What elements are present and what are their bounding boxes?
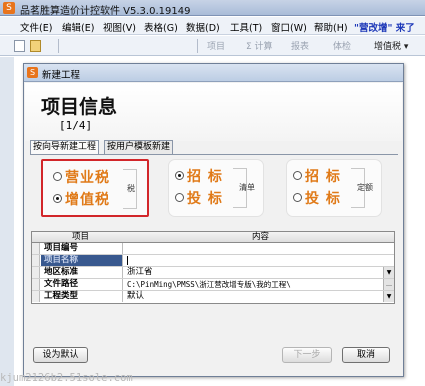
project-info-grid: 项目 内容 项目编号 项目名称 地区标准 浙江省 ▼ 文件路径 C:\PinMi… — [31, 231, 395, 304]
grid-row-region-standard[interactable]: 地区标准 浙江省 ▼ — [32, 267, 394, 279]
radio-circle — [293, 171, 302, 180]
radio-circle — [293, 193, 302, 202]
row-marker — [32, 255, 40, 266]
open-folder-icon[interactable] — [30, 40, 41, 52]
vat-dropdown[interactable]: 增值税 ▾ — [374, 39, 408, 53]
watermark-text: kjum2126b2.51sole.com — [0, 372, 133, 384]
cancel-button[interactable]: 取消 — [342, 347, 390, 363]
menu-view[interactable]: 视图(V) — [103, 20, 136, 34]
row-label: 项目编号 — [41, 243, 123, 254]
set-default-button[interactable]: 设为默认 — [33, 347, 88, 363]
radio-business-tax[interactable]: 营业税 — [53, 167, 110, 187]
menu-data[interactable]: 数据(D) — [186, 20, 220, 34]
project-type-select[interactable]: 默认 — [127, 291, 144, 302]
region-standard-select[interactable]: 浙江省 — [127, 267, 153, 278]
app-titlebar: S 品茗胜算造价计控软件 V5.3.0.19149 — [0, 0, 425, 17]
row-label: 工程类型 — [41, 291, 123, 302]
menu-window[interactable]: 窗口(W) — [271, 20, 307, 34]
tax-tag: 税 — [127, 184, 135, 193]
row-label: 地区标准 — [41, 267, 123, 278]
text-caret — [127, 256, 128, 265]
radio-circle — [53, 172, 62, 181]
tax-type-panel: 营业税 增值税 税 — [41, 159, 149, 217]
radio-circle — [175, 193, 184, 202]
radio-vat[interactable]: 增值税 — [53, 189, 110, 209]
header-title: 项目信息 — [41, 96, 118, 118]
row-label: 项目名称 — [41, 255, 123, 266]
grid-header: 项目 内容 — [32, 232, 394, 243]
menu-table[interactable]: 表格(G) — [144, 20, 178, 34]
grid-row-project-number[interactable]: 项目编号 — [32, 243, 394, 255]
grid-header-item: 项目 — [72, 232, 90, 242]
next-button[interactable]: 下一步 — [282, 347, 332, 363]
report-button[interactable]: 报表 — [291, 39, 309, 53]
grid-row-project-type[interactable]: 工程类型 默认 ▼ — [32, 291, 394, 303]
chevron-down-icon[interactable]: ▼ — [383, 291, 394, 302]
row-label: 文件路径 — [41, 279, 123, 290]
tab-wizard[interactable]: 按向导新建工程 — [30, 140, 100, 154]
menu-bar: 文件(E) 编辑(E) 视图(V) 表格(G) 数据(D) 工具(T) 窗口(W… — [0, 17, 425, 35]
quota-tag: 定额 — [357, 183, 373, 192]
row-marker — [32, 279, 40, 290]
row-marker — [32, 267, 40, 278]
menu-file[interactable]: 文件(E) — [20, 20, 52, 34]
bill-tag: 清单 — [239, 183, 255, 192]
dialog-logo-icon: S — [27, 67, 38, 78]
file-path-field[interactable]: C:\PinMing\PMSS\浙江营改增专版\我的工程\ — [127, 279, 291, 290]
menu-help[interactable]: 帮助(H) — [314, 20, 348, 34]
tab-divider — [30, 154, 398, 155]
radio-circle-selected — [175, 171, 184, 180]
radio-bill-tender[interactable]: 招 标 — [175, 166, 223, 186]
row-marker — [32, 243, 40, 254]
menu-promo-link[interactable]: "营改增" 来了 — [354, 20, 415, 34]
calculate-button[interactable]: Σ 计算 — [246, 39, 273, 53]
toolbar-separator — [58, 39, 59, 53]
toolbar: 项目 Σ 计算 报表 体检 增值税 ▾ — [0, 36, 425, 56]
grid-row-project-name[interactable]: 项目名称 — [32, 255, 394, 267]
checkup-button[interactable]: 体检 — [333, 39, 351, 53]
radio-quota-bid[interactable]: 投 标 — [293, 188, 341, 208]
wizard-step: [1/4] — [59, 119, 93, 132]
new-file-icon[interactable] — [14, 40, 25, 52]
radio-circle-selected — [53, 194, 62, 203]
browse-ellipsis-icon[interactable]: … — [383, 279, 394, 290]
tab-user-template[interactable]: 按用户模板新建 — [104, 140, 174, 154]
quota-panel: 招 标 投 标 定额 — [286, 159, 382, 217]
left-panel-strip — [0, 57, 14, 386]
dialog-header: 项目信息 [1/4] — [25, 83, 402, 141]
app-logo-icon: S — [3, 2, 15, 14]
dialog-title: 新建工程 — [42, 70, 81, 81]
app-title: 品茗胜算造价计控软件 V5.3.0.19149 — [20, 6, 191, 17]
toolbar-separator — [197, 39, 198, 53]
dialog-titlebar: S 新建工程 — [24, 64, 403, 82]
new-project-dialog: S 新建工程 项目信息 [1/4] 按向导新建工程 按用户模板新建 营业税 增值… — [23, 63, 404, 377]
grid-row-file-path[interactable]: 文件路径 C:\PinMing\PMSS\浙江营改增专版\我的工程\ … — [32, 279, 394, 291]
grid-header-content: 内容 — [252, 232, 270, 242]
menu-edit[interactable]: 编辑(E) — [62, 20, 94, 34]
radio-quota-tender[interactable]: 招 标 — [293, 166, 341, 186]
bill-panel: 招 标 投 标 清单 — [168, 159, 264, 217]
menu-tools[interactable]: 工具(T) — [230, 20, 262, 34]
row-marker — [32, 291, 40, 302]
chevron-down-icon[interactable]: ▼ — [383, 267, 394, 278]
project-button[interactable]: 项目 — [207, 39, 225, 53]
radio-bill-bid[interactable]: 投 标 — [175, 188, 223, 208]
